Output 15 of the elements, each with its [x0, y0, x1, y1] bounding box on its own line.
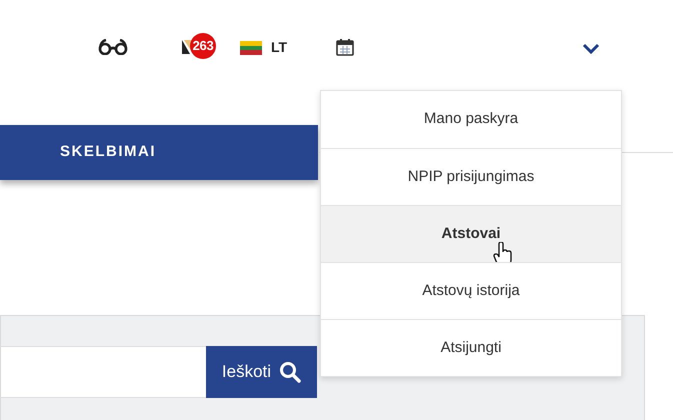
menu-item[interactable]: Atsijungti: [321, 319, 621, 376]
flag-icon[interactable]: [240, 40, 262, 54]
menu-item[interactable]: NPIP prisijungimas: [321, 148, 621, 205]
menu-item[interactable]: Mano paskyra: [321, 91, 621, 148]
search-icon: [279, 361, 302, 383]
notification-badge: 263: [190, 33, 216, 59]
search-field[interactable]: [1, 346, 206, 398]
language-code[interactable]: LT: [271, 36, 288, 58]
menu-item[interactable]: Atstovų istorija: [321, 262, 621, 319]
chevron-down-icon[interactable]: [582, 43, 600, 55]
calendar-icon[interactable]: [335, 37, 356, 57]
glasses-icon[interactable]: [98, 39, 128, 55]
nav-link[interactable]: SKELBIMAI: [60, 141, 156, 164]
search-button[interactable]: Ieškoti: [206, 346, 317, 398]
menu-item[interactable]: Atstovai: [321, 205, 621, 262]
